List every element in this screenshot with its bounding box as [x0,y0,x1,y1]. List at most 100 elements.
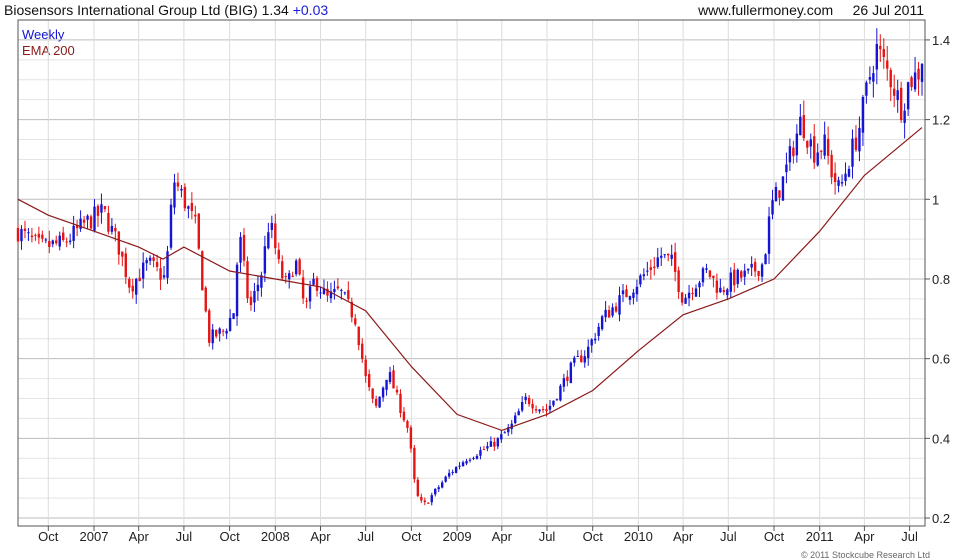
candle-up [27,232,30,234]
candle-up [726,289,729,296]
x-tick-label: 2008 [261,529,290,544]
candle-down [124,253,127,278]
candle-up [809,139,812,147]
candle-up [872,73,875,82]
candle-down [128,278,131,288]
candle-down [826,138,830,156]
candle-up [475,455,479,459]
candle-down [899,87,903,121]
candle-up [333,288,336,293]
candle-up [788,146,792,163]
candle-down [96,205,100,216]
y-tick-label: 0.2 [932,511,950,526]
candle-up [72,225,75,241]
candle-down [374,399,378,406]
candle-up [743,270,746,277]
candle-down [62,232,65,240]
y-tick-label: 1 [932,192,939,207]
candle-down [131,285,134,292]
candle-up [319,292,322,294]
price-chart: 0.2 0.4 0.6 0.8 1 1.2 1.4 Oct 2007 Apr Jul Oct 2008 A… [16,19,950,544]
candle-up [823,134,826,156]
x-tick-label: Apr [673,529,694,544]
candle-down [30,235,34,238]
candle-down [833,173,837,183]
candle-up [590,339,593,346]
candle-up [736,269,739,284]
candle-up [548,405,552,410]
candle-up [632,292,635,298]
x-tick-label: 2007 [80,529,109,544]
candle-down [889,69,892,88]
x-tick-label: Oct [764,529,785,544]
candle-up [896,90,899,101]
candle-up [388,372,392,382]
candle-down [708,270,712,277]
candle-up [68,240,72,243]
candle-up [294,260,298,275]
candle-down [420,496,423,501]
candle-up [524,396,527,401]
candle-down [246,261,249,299]
x-tick-label: Oct [38,529,59,544]
candle-down [531,403,534,409]
candle-up [218,328,221,334]
candle-up [288,273,291,280]
candle-down [176,182,180,187]
candle-down [854,137,858,150]
candle-down [138,277,141,282]
candle-down [680,292,684,303]
candle-up [472,457,475,459]
candle-up [440,482,444,488]
x-tick-label: Oct [219,529,240,544]
candle-down [580,355,583,363]
x-tick-label: Apr [310,529,331,544]
candle-up [694,288,698,297]
candle-up [816,152,819,166]
candle-down [614,306,618,312]
candle-down [427,502,430,504]
candle-down [482,449,486,451]
candle-down [406,421,409,428]
candle-up [173,182,176,208]
candle-down [409,427,413,449]
candle-up [145,260,148,264]
candle-up [587,346,590,358]
y-tick-label: 0.8 [932,272,950,287]
candle-down [361,343,364,360]
candle-down [34,234,37,236]
candle-up [211,329,214,344]
x-tick-label: Apr [492,529,513,544]
candle-up [239,237,242,263]
candle-up [86,215,89,220]
candle-down [566,376,569,381]
candle-up [461,462,465,467]
candle-up [267,232,270,249]
candle-up [225,330,228,334]
candle-up [58,235,61,247]
candle-down [416,479,420,497]
candle-up [865,82,868,96]
candle-up [465,460,468,464]
candle-up [604,309,607,318]
candle-up [514,415,517,424]
candle-down [107,213,110,232]
candle-down [65,241,68,243]
candle-up [875,43,879,70]
candle-up [583,356,586,363]
candle-up [552,400,555,406]
candle-down [155,262,159,267]
candle-down [712,275,715,279]
candle-up [555,399,559,401]
candle-down [792,147,795,157]
candle-up [559,385,562,401]
candle-down [152,257,155,261]
candle-up [447,472,451,477]
candle-down [649,267,653,270]
candle-up [760,264,764,277]
candle-down [23,228,27,231]
candle-up [486,446,489,449]
candle-up [496,438,500,447]
candle-down [402,411,406,421]
candle-up [635,286,639,295]
